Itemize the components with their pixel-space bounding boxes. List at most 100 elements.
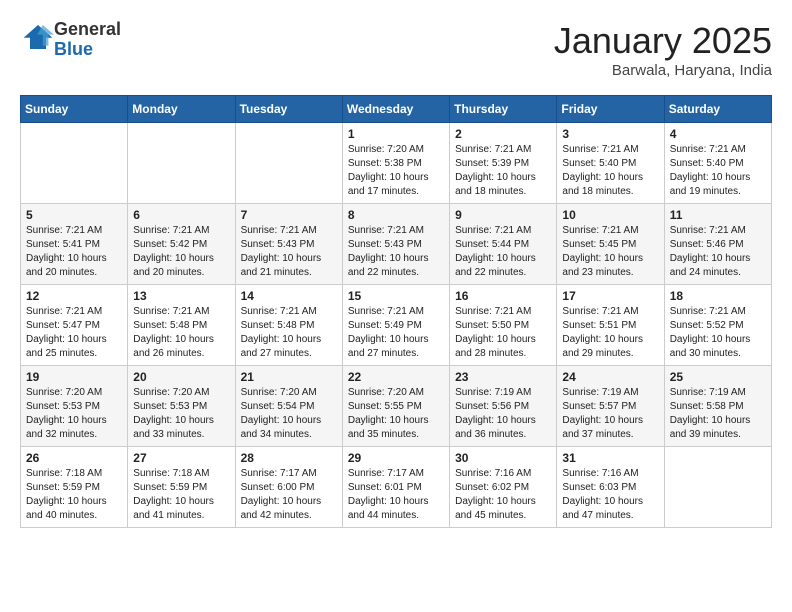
calendar-cell: 6Sunrise: 7:21 AM Sunset: 5:42 PM Daylig… <box>128 204 235 285</box>
day-number: 21 <box>241 370 337 384</box>
day-info: Sunrise: 7:21 AM Sunset: 5:43 PM Dayligh… <box>348 224 444 280</box>
calendar-cell: 24Sunrise: 7:19 AM Sunset: 5:57 PM Dayli… <box>557 366 664 447</box>
calendar-cell: 8Sunrise: 7:21 AM Sunset: 5:43 PM Daylig… <box>342 204 449 285</box>
day-info: Sunrise: 7:21 AM Sunset: 5:44 PM Dayligh… <box>455 224 551 280</box>
day-number: 1 <box>348 127 444 141</box>
calendar-cell: 16 Sunrise: 7:21 AM Sunset: 5:50 PM Dayli… <box>450 285 557 366</box>
day-info: Sunrise: 7:21 AM Sunset: 5:41 PM Dayligh… <box>26 224 122 280</box>
day-number: 20 <box>133 370 229 384</box>
calendar-cell: 1 Sunrise: 7:20 AM Sunset: 5:38 PM Daylig… <box>342 123 449 204</box>
day-info: Sunrise: 7:21 AM Sunset: 5:45 PM Dayligh… <box>562 224 658 280</box>
day-number: 2 <box>455 127 551 141</box>
day-info: Sunrise: 7:16 AM Sunset: 6:03 PM Dayligh… <box>562 467 658 523</box>
day-number: 29 <box>348 451 444 465</box>
calendar-cell: 2 Sunrise: 7:21 AM Sunset: 5:39 PM Daylig… <box>450 123 557 204</box>
logo-icon <box>22 23 54 51</box>
calendar-cell: 31 Sunrise: 7:16 AM Sunset: 6:03 PM Dayli… <box>557 447 664 528</box>
calendar-cell: 21Sunrise: 7:20 AM Sunset: 5:54 PM Dayli… <box>235 366 342 447</box>
day-number: 9 <box>455 208 551 222</box>
calendar-cell: 25Sunrise: 7:19 AM Sunset: 5:58 PM Dayli… <box>664 366 771 447</box>
calendar-cell: 9 Sunrise: 7:21 AM Sunset: 5:44 PM Daylig… <box>450 204 557 285</box>
calendar-cell: 30 Sunrise: 7:16 AM Sunset: 6:02 PM Dayli… <box>450 447 557 528</box>
weekday-header-tuesday: Tuesday <box>235 96 342 123</box>
week-row-3: 12 Sunrise: 7:21 AM Sunset: 5:47 PM Dayli… <box>21 285 772 366</box>
title-block: January 2025 Barwala, Haryana, India <box>554 20 772 79</box>
day-number: 13 <box>133 289 229 303</box>
day-info: Sunrise: 7:20 AM Sunset: 5:53 PM Dayligh… <box>133 386 229 442</box>
day-info: Sunrise: 7:19 AM Sunset: 5:58 PM Dayligh… <box>670 386 766 442</box>
day-number: 16 <box>455 289 551 303</box>
logo-blue: Blue <box>54 39 93 59</box>
day-number: 26 <box>26 451 122 465</box>
calendar-cell: 18 Sunrise: 7:21 AM Sunset: 5:52 PM Dayli… <box>664 285 771 366</box>
calendar-cell: 20 Sunrise: 7:20 AM Sunset: 5:53 PM Dayli… <box>128 366 235 447</box>
month-title: January 2025 <box>554 20 772 62</box>
day-info: Sunrise: 7:18 AM Sunset: 5:59 PM Dayligh… <box>26 467 122 523</box>
calendar-cell: 27 Sunrise: 7:18 AM Sunset: 5:59 PM Dayli… <box>128 447 235 528</box>
day-number: 7 <box>241 208 337 222</box>
logo-general: General <box>54 19 121 39</box>
day-number: 11 <box>670 208 766 222</box>
day-info: Sunrise: 7:21 AM Sunset: 5:40 PM Dayligh… <box>670 143 766 199</box>
day-info: Sunrise: 7:21 AM Sunset: 5:39 PM Dayligh… <box>455 143 551 199</box>
day-info: Sunrise: 7:21 AM Sunset: 5:50 PM Dayligh… <box>455 305 551 361</box>
day-number: 3 <box>562 127 658 141</box>
location: Barwala, Haryana, India <box>554 62 772 79</box>
day-info: Sunrise: 7:21 AM Sunset: 5:43 PM Dayligh… <box>241 224 337 280</box>
day-number: 18 <box>670 289 766 303</box>
day-info: Sunrise: 7:21 AM Sunset: 5:40 PM Dayligh… <box>562 143 658 199</box>
calendar-cell: 4Sunrise: 7:21 AM Sunset: 5:40 PM Daylig… <box>664 123 771 204</box>
day-info: Sunrise: 7:17 AM Sunset: 6:01 PM Dayligh… <box>348 467 444 523</box>
day-info: Sunrise: 7:20 AM Sunset: 5:38 PM Dayligh… <box>348 143 444 199</box>
day-number: 31 <box>562 451 658 465</box>
day-info: Sunrise: 7:16 AM Sunset: 6:02 PM Dayligh… <box>455 467 551 523</box>
day-number: 12 <box>26 289 122 303</box>
calendar-cell <box>235 123 342 204</box>
weekday-header-friday: Friday <box>557 96 664 123</box>
day-info: Sunrise: 7:21 AM Sunset: 5:48 PM Dayligh… <box>241 305 337 361</box>
week-row-5: 26 Sunrise: 7:18 AM Sunset: 5:59 PM Dayli… <box>21 447 772 528</box>
calendar-cell: 19Sunrise: 7:20 AM Sunset: 5:53 PM Dayli… <box>21 366 128 447</box>
week-row-2: 5 Sunrise: 7:21 AM Sunset: 5:41 PM Daylig… <box>21 204 772 285</box>
day-info: Sunrise: 7:17 AM Sunset: 6:00 PM Dayligh… <box>241 467 337 523</box>
calendar-table: SundayMondayTuesdayWednesdayThursdayFrid… <box>20 95 772 528</box>
day-info: Sunrise: 7:21 AM Sunset: 5:48 PM Dayligh… <box>133 305 229 361</box>
week-row-1: 1 Sunrise: 7:20 AM Sunset: 5:38 PM Daylig… <box>21 123 772 204</box>
calendar-cell: 3 Sunrise: 7:21 AM Sunset: 5:40 PM Daylig… <box>557 123 664 204</box>
weekday-header-sunday: Sunday <box>21 96 128 123</box>
calendar-cell <box>664 447 771 528</box>
day-number: 10 <box>562 208 658 222</box>
day-number: 6 <box>133 208 229 222</box>
day-number: 15 <box>348 289 444 303</box>
day-number: 28 <box>241 451 337 465</box>
day-info: Sunrise: 7:21 AM Sunset: 5:46 PM Dayligh… <box>670 224 766 280</box>
weekday-header-monday: Monday <box>128 96 235 123</box>
calendar-cell: 11 Sunrise: 7:21 AM Sunset: 5:46 PM Dayli… <box>664 204 771 285</box>
calendar-cell <box>128 123 235 204</box>
header: General Blue January 2025 Barwala, Harya… <box>20 20 772 79</box>
weekday-header-thursday: Thursday <box>450 96 557 123</box>
day-info: Sunrise: 7:19 AM Sunset: 5:57 PM Dayligh… <box>562 386 658 442</box>
day-info: Sunrise: 7:21 AM Sunset: 5:47 PM Dayligh… <box>26 305 122 361</box>
logo: General Blue <box>20 20 121 60</box>
calendar-cell: 12 Sunrise: 7:21 AM Sunset: 5:47 PM Dayli… <box>21 285 128 366</box>
day-number: 5 <box>26 208 122 222</box>
day-number: 27 <box>133 451 229 465</box>
day-info: Sunrise: 7:18 AM Sunset: 5:59 PM Dayligh… <box>133 467 229 523</box>
calendar-cell: 13 Sunrise: 7:21 AM Sunset: 5:48 PM Dayli… <box>128 285 235 366</box>
weekday-header-saturday: Saturday <box>664 96 771 123</box>
calendar-cell: 14 Sunrise: 7:21 AM Sunset: 5:48 PM Dayli… <box>235 285 342 366</box>
calendar-cell: 10 Sunrise: 7:21 AM Sunset: 5:45 PM Dayli… <box>557 204 664 285</box>
weekday-header-wednesday: Wednesday <box>342 96 449 123</box>
calendar-cell <box>21 123 128 204</box>
logo-text: General Blue <box>54 20 121 60</box>
calendar-cell: 15 Sunrise: 7:21 AM Sunset: 5:49 PM Dayli… <box>342 285 449 366</box>
day-number: 14 <box>241 289 337 303</box>
day-number: 30 <box>455 451 551 465</box>
calendar-cell: 7 Sunrise: 7:21 AM Sunset: 5:43 PM Daylig… <box>235 204 342 285</box>
day-info: Sunrise: 7:21 AM Sunset: 5:52 PM Dayligh… <box>670 305 766 361</box>
day-info: Sunrise: 7:21 AM Sunset: 5:49 PM Dayligh… <box>348 305 444 361</box>
calendar-cell: 17Sunrise: 7:21 AM Sunset: 5:51 PM Dayli… <box>557 285 664 366</box>
day-number: 22 <box>348 370 444 384</box>
day-number: 17 <box>562 289 658 303</box>
